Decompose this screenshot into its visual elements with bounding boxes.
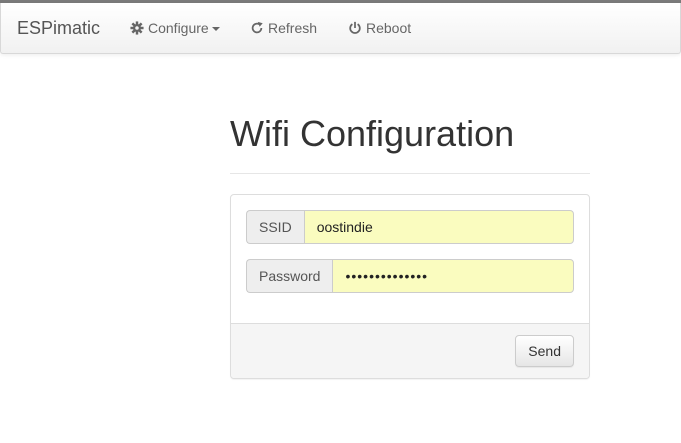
password-input-group: Password •••••••••••••• [246,259,574,293]
ssid-label: SSID [246,210,304,244]
nav-configure[interactable]: Configure [130,19,220,37]
brand-link[interactable]: ESPimatic [17,18,100,38]
chevron-down-icon [211,27,220,31]
page-title: Wifi Configuration [230,113,515,154]
title-divider [230,173,590,174]
form-footer: Send [231,323,589,378]
nav-reboot-label: Reboot [366,20,412,36]
nav-reboot[interactable]: Reboot [348,19,411,37]
nav-refresh[interactable]: Refresh [250,19,317,37]
nav-refresh-label: Refresh [268,20,318,36]
password-label: Password [246,259,333,293]
power-icon [349,21,361,34]
wifi-config-form: SSID oostindie Password •••••••••••••• S… [230,194,590,379]
ssid-field[interactable]: oostindie [303,210,574,244]
gear-icon [130,21,144,35]
top-navbar: ESPimatic Configure Refresh Reboot [0,3,681,54]
nav-configure-label: Configure [148,20,209,36]
ssid-input-group: SSID oostindie [246,210,574,244]
password-field[interactable]: •••••••••••••• [332,259,574,293]
send-button[interactable]: Send [515,335,574,367]
refresh-icon [251,21,263,34]
